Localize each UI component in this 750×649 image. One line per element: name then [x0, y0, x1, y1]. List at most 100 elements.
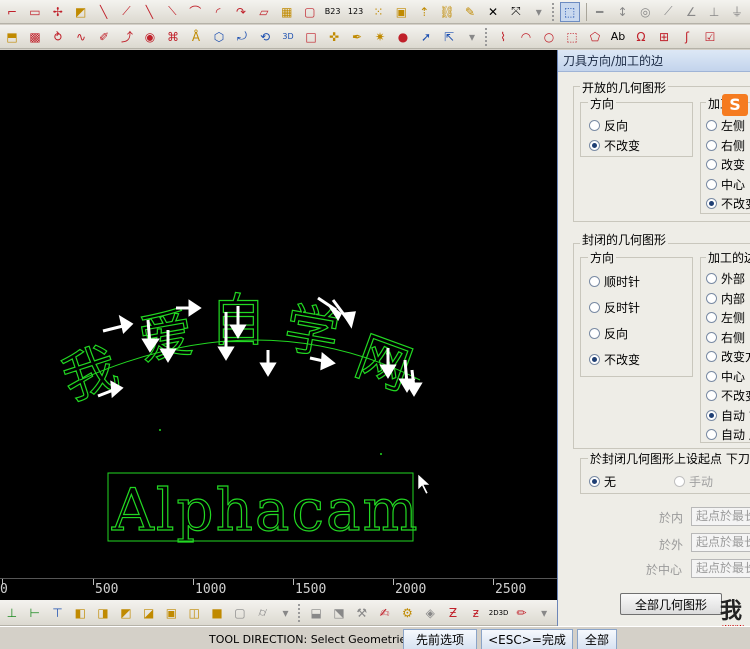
cube6-icon[interactable]: ◫ — [184, 603, 204, 623]
open-dir-reverse-radio[interactable]: 反向 — [589, 117, 628, 134]
prev-option-button[interactable]: 先前选项 — [403, 629, 477, 649]
spiral-icon[interactable]: ʃ — [677, 27, 697, 47]
h-line-icon[interactable]: ━ — [590, 2, 610, 22]
polyline-icon[interactable]: ⌐ — [2, 2, 22, 22]
flip-icon[interactable]: ⇱ — [439, 27, 459, 47]
pen3-icon[interactable]: ✏ — [511, 603, 531, 623]
check-icon[interactable]: ☑ — [700, 27, 720, 47]
cross-icon[interactable]: ✕ — [483, 2, 503, 22]
solid-icon[interactable]: ⬓ — [306, 603, 326, 623]
closed-side-inside-radio[interactable]: 内部 — [706, 290, 745, 307]
arc3-icon[interactable]: ◠ — [516, 27, 536, 47]
arrow-icon[interactable]: ➚ — [416, 27, 436, 47]
z-icon[interactable]: Ƶ — [443, 603, 463, 623]
tool-path-icon[interactable]: ⚒ — [352, 603, 372, 623]
image-icon[interactable]: ▩ — [25, 27, 45, 47]
mesh-icon[interactable]: ⌘ — [163, 27, 183, 47]
chevron-down-icon[interactable]: ▾ — [534, 603, 554, 623]
closed-dir-reverse-radio[interactable]: 反向 — [589, 325, 628, 342]
esc-done-button[interactable]: <ESC>=完成 — [481, 629, 573, 649]
open-side-nochange-radio[interactable]: 不改变 — [706, 195, 750, 212]
polygon-icon[interactable]: ⬠ — [585, 27, 605, 47]
move-icon[interactable]: ⤾ — [232, 27, 252, 47]
toolbar-grip[interactable] — [298, 603, 304, 622]
frame-icon[interactable]: ▢ — [300, 2, 320, 22]
cube3-icon[interactable]: ◩ — [116, 603, 136, 623]
text-icon[interactable]: Å — [186, 27, 206, 47]
closed-side-auto-after-radio[interactable]: 自动 后 — [706, 426, 750, 443]
all-button[interactable]: 全部 — [577, 629, 617, 649]
line-angle-icon[interactable]: ⟋ — [117, 2, 137, 22]
closed-side-auto-before-radio[interactable]: 自动 前 — [706, 407, 750, 424]
pencil-icon[interactable]: ✎ — [460, 2, 480, 22]
arrow-up-icon[interactable]: ⇡ — [414, 2, 434, 22]
rect-icon[interactable]: ▱ — [254, 2, 274, 22]
star-icon[interactable]: ✷ — [370, 27, 390, 47]
pen-icon[interactable]: ✒ — [347, 27, 367, 47]
square-outline-icon[interactable]: □ — [301, 27, 321, 47]
closed-side-outside-radio[interactable]: 外部 — [706, 270, 745, 287]
line-perp-icon[interactable]: ⟍ — [162, 2, 182, 22]
open-side-change-radio[interactable]: 改变 — [706, 156, 745, 173]
start-manual-radio[interactable]: 手动 — [674, 473, 713, 490]
closed-side-left-radio[interactable]: 左侧 — [706, 309, 745, 326]
stop-icon[interactable]: ● — [393, 27, 413, 47]
axis2-icon[interactable]: ⊢ — [25, 603, 45, 623]
closed-dir-ccw-radio[interactable]: 反时针 — [589, 299, 640, 316]
counter-icon[interactable]: 123 — [346, 2, 366, 22]
square-fill-icon[interactable]: ■ — [207, 603, 227, 623]
zigzag-icon[interactable]: ⌇ — [493, 27, 513, 47]
dim-icon[interactable]: ⊥ — [704, 2, 724, 22]
grid-icon[interactable]: ▦ — [277, 2, 297, 22]
tool-icon[interactable]: ✜ — [324, 27, 344, 47]
closed-side-center-radio[interactable]: 中心 — [706, 368, 745, 385]
rotate-icon[interactable]: ⟲ — [255, 27, 275, 47]
open-side-center-radio[interactable]: 中心 — [706, 176, 745, 193]
pen2-icon[interactable]: ✍ — [375, 603, 395, 623]
path-icon[interactable]: ⥁ — [48, 27, 68, 47]
start-none-radio[interactable]: 无 — [589, 473, 616, 490]
closed-dir-nochange-radio[interactable]: 不改变 — [589, 351, 640, 368]
axis-icon[interactable]: ⊥ — [2, 603, 22, 623]
circle-outline-icon[interactable]: ○ — [539, 27, 559, 47]
line-icon[interactable]: ╲ — [94, 2, 114, 22]
cross2-icon[interactable]: ⤧ — [506, 2, 526, 22]
z2-icon[interactable]: ƶ — [466, 603, 486, 623]
fillet-icon[interactable]: ↷ — [231, 2, 251, 22]
cylinder-icon[interactable]: ⌭ — [253, 603, 273, 623]
open-side-right-radio[interactable]: 右侧 — [706, 137, 745, 154]
closed-side-change-radio[interactable]: 改变方向 — [706, 348, 750, 365]
chevron-down-icon[interactable]: ▾ — [529, 2, 549, 22]
open-side-left-radio[interactable]: 左侧 — [706, 117, 745, 134]
shape-icon[interactable]: ⬡ — [209, 27, 229, 47]
chain-icon[interactable]: ⛓ — [437, 2, 457, 22]
closed-side-nochange-radio[interactable]: 不改变 — [706, 387, 750, 404]
circle-icon[interactable]: ◎ — [635, 2, 655, 22]
edit-icon[interactable]: ✐ — [94, 27, 114, 47]
cube5-icon[interactable]: ▣ — [162, 603, 182, 623]
toolbar-grip[interactable] — [551, 2, 558, 21]
inner-select[interactable]: 起点於最长 — [691, 507, 750, 526]
drawing-canvas[interactable]: 我 爱 自 学 网 Alphacam — [0, 50, 557, 600]
outer-select[interactable]: 起点於最长 — [691, 533, 750, 552]
closed-side-right-radio[interactable]: 右侧 — [706, 329, 745, 346]
slash-icon[interactable]: ⟋ — [658, 2, 678, 22]
select-icon[interactable]: ⬚ — [559, 1, 580, 22]
view-2d3d-icon[interactable]: 2D3D — [489, 603, 509, 623]
drill-icon[interactable]: ⚙ — [398, 603, 418, 623]
v-line-icon[interactable]: ↕ — [613, 2, 633, 22]
dots-icon[interactable]: ⁙ — [369, 2, 389, 22]
diamond-icon[interactable]: ◈ — [420, 603, 440, 623]
open-dir-nochange-radio[interactable]: 不改变 — [589, 137, 640, 154]
record-icon[interactable]: ◉ — [140, 27, 160, 47]
closed-dir-cw-radio[interactable]: 顺时针 — [589, 273, 640, 290]
ab-text-icon[interactable]: Ab — [608, 27, 628, 47]
b23-icon[interactable]: B23 — [323, 2, 343, 22]
center-select[interactable]: 起点於最长 — [691, 559, 750, 578]
toolbar-grip[interactable] — [485, 27, 491, 46]
spline-icon[interactable]: ∿ — [71, 27, 91, 47]
square-icon[interactable]: ▣ — [391, 2, 411, 22]
ground-icon[interactable]: ⏚ — [727, 2, 747, 22]
solid2-icon[interactable]: ⬔ — [329, 603, 349, 623]
chevron-down-icon[interactable]: ▾ — [462, 27, 482, 47]
